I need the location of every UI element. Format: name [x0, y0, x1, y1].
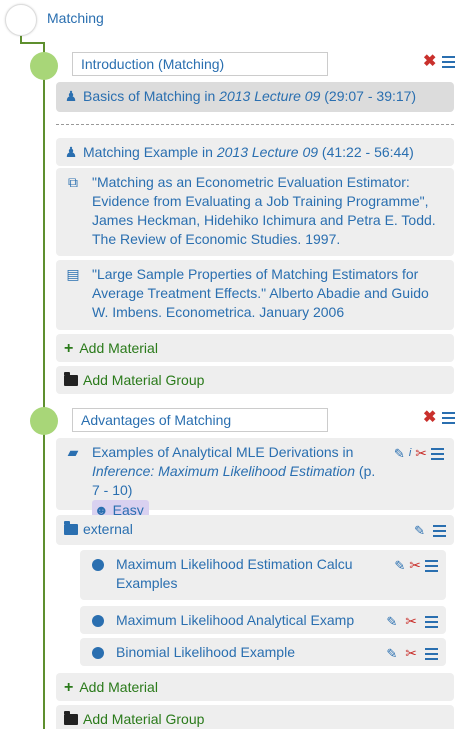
delete-icon[interactable]: ✖: [423, 410, 436, 426]
menu-icon[interactable]: [425, 647, 438, 660]
material-item[interactable]: ▰ Examples of Analytical MLE Derivations…: [56, 438, 454, 521]
material-item[interactable]: ♟ Basics of Matching in 2013 Lecture 09 (…: [56, 82, 454, 112]
globe-icon: [92, 559, 104, 571]
section-node: [30, 52, 58, 80]
root-title[interactable]: Matching: [47, 10, 104, 26]
info-icon[interactable]: i: [409, 444, 411, 463]
pencil-icon[interactable]: ✎: [386, 644, 397, 663]
section-title-input[interactable]: [72, 52, 328, 76]
item-controls: ✎ ✂: [386, 644, 438, 663]
pdf-icon: ▤: [66, 266, 80, 282]
plus-icon: +: [64, 340, 74, 357]
root-node[interactable]: [5, 4, 37, 36]
folder-icon: [64, 711, 78, 725]
globe-icon: [92, 615, 104, 627]
menu-icon[interactable]: [442, 412, 456, 424]
tree-line-main: [43, 42, 45, 729]
group-controls: ✎: [414, 521, 446, 540]
add-material-group-button[interactable]: Add Material Group: [56, 366, 454, 394]
scissors-icon[interactable]: ✂: [405, 644, 417, 663]
group-item[interactable]: Maximum Likelihood Estimation Calcu Exam…: [80, 550, 446, 600]
scissors-icon[interactable]: ✂: [409, 556, 421, 575]
item-controls: ✎ ✂: [394, 556, 438, 575]
menu-icon[interactable]: [442, 56, 456, 68]
divider: [56, 124, 454, 125]
delete-icon[interactable]: ✖: [423, 54, 436, 70]
lecture-icon: ♟: [64, 88, 78, 104]
material-group[interactable]: external ✎: [56, 515, 454, 545]
pencil-icon[interactable]: ✎: [394, 556, 405, 575]
material-item[interactable]: ▤ "Large Sample Properties of Matching E…: [56, 260, 454, 330]
material-item[interactable]: ♟ Matching Example in 2013 Lecture 09 (41…: [56, 138, 454, 166]
section-controls: ✖: [423, 410, 456, 426]
menu-icon[interactable]: [425, 615, 438, 628]
menu-icon[interactable]: [431, 447, 444, 460]
folder-icon: [64, 521, 78, 535]
section-controls: ✖: [423, 54, 456, 70]
section-title-input[interactable]: [72, 408, 328, 432]
group-item[interactable]: Binomial Likelihood Example ✎ ✂: [80, 638, 446, 666]
add-material-group-button[interactable]: Add Material Group: [56, 705, 454, 729]
folder-icon: [64, 372, 78, 386]
globe-icon: [92, 647, 104, 659]
lecture-icon: ♟: [64, 144, 78, 160]
item-controls: ✎ ✂: [386, 612, 438, 631]
pencil-icon[interactable]: ✎: [414, 521, 425, 540]
item-controls: ✎ i ✂: [394, 444, 444, 463]
scissors-icon[interactable]: ✂: [405, 612, 417, 631]
pencil-icon[interactable]: ✎: [386, 612, 397, 631]
material-item[interactable]: ⧉ "Matching as an Econometric Evaluation…: [56, 168, 454, 256]
external-link-icon: ⧉: [68, 174, 78, 190]
add-material-button[interactable]: + Add Material: [56, 334, 454, 362]
scissors-icon[interactable]: ✂: [415, 444, 427, 463]
plus-icon: +: [64, 679, 74, 696]
section-node: [30, 407, 58, 435]
pencil-icon[interactable]: ✎: [394, 444, 405, 463]
menu-icon[interactable]: [433, 524, 446, 537]
menu-icon[interactable]: [425, 559, 438, 572]
tree-line-branch: [20, 42, 44, 44]
group-item[interactable]: Maximum Likelihood Analytical Examp ✎ ✂: [80, 606, 446, 634]
book-icon: ▰: [67, 444, 79, 460]
add-material-button[interactable]: + Add Material: [56, 673, 454, 701]
